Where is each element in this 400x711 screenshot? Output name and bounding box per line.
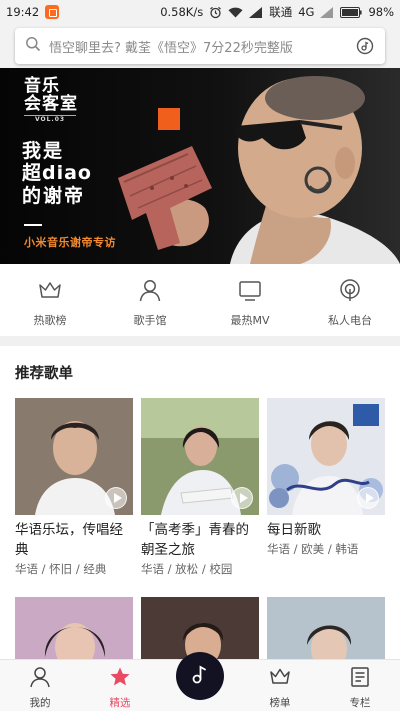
alarm-icon: [209, 6, 222, 19]
wifi-icon: [228, 7, 243, 18]
play-button[interactable]: [231, 487, 253, 509]
radio-icon: [337, 278, 363, 306]
search-bar-container: 悟空聊里去? 戴荃《悟空》7分22秒完整版: [0, 24, 400, 68]
tv-icon: [237, 278, 263, 306]
nav-label: 榜单: [269, 697, 291, 709]
column-icon: [349, 666, 371, 692]
notification-app-icon: [45, 5, 60, 19]
nav-charts[interactable]: 榜单: [240, 660, 320, 711]
playlist-tags: 华语 / 放松 / 校园: [141, 562, 233, 576]
signal-icon: [320, 6, 334, 18]
shortcut-row: 热歌榜 歌手馆 最热MV 私人电台: [0, 264, 400, 336]
star-icon: [109, 666, 131, 692]
network-type: 4G: [298, 5, 315, 19]
banner-headline-line1: 我是: [22, 140, 65, 162]
crown-icon: [269, 666, 291, 692]
app-screen: 19:42 0.58K/s 联通 4G 98% 悟空聊里去? 戴荃《悟空》7分2…: [0, 0, 400, 711]
playlist-title: 每日新歌: [267, 522, 321, 538]
banner-headline-line2: 超diao: [22, 162, 92, 185]
music-note-icon: [189, 663, 211, 689]
net-speed: 0.58K/s: [160, 5, 204, 19]
shortcut-label: 私人电台: [328, 314, 372, 327]
playlist-card[interactable]: 华语乐坛，传唱经典 华语 / 怀旧 / 经典: [15, 398, 133, 577]
shortcut-hot-mv[interactable]: 最热MV: [200, 264, 300, 336]
section-divider: [0, 336, 400, 346]
battery-level: 98%: [368, 5, 394, 19]
playlist-tags: 华语 / 欧美 / 韩语: [267, 542, 359, 556]
battery-icon: [340, 6, 363, 18]
banner-headline: 我是 超diao 的谢帝: [22, 140, 92, 207]
shortcut-hot-songs[interactable]: 热歌榜: [0, 264, 100, 336]
banner-logo-line1: 音乐: [24, 76, 60, 96]
playlist-cover: [15, 398, 133, 515]
shortcut-label: 热歌榜: [33, 314, 67, 327]
music-recognition-icon[interactable]: [355, 36, 375, 56]
nav-my[interactable]: 我的: [0, 660, 80, 711]
nav-label: 精选: [109, 697, 131, 709]
banner-subtitle: 小米音乐谢帝专访: [24, 236, 116, 249]
search-icon: [25, 36, 41, 56]
search-placeholder: 悟空聊里去? 戴荃《悟空》7分22秒完整版: [49, 40, 293, 56]
nav-column[interactable]: 专栏: [320, 660, 400, 711]
nav-label: 专栏: [349, 697, 371, 709]
banner-logo-line2: 会客室: [24, 94, 78, 114]
section-title: 推荐歌单: [15, 366, 73, 382]
promo-banner[interactable]: 音乐 会客室 VOL.03 我是 超diao 的谢帝 小米音乐谢帝专访: [0, 68, 400, 264]
banner-orange-block: [158, 108, 180, 130]
signal-icon: [249, 6, 263, 18]
play-button[interactable]: [357, 487, 379, 509]
now-playing-button[interactable]: [176, 652, 224, 700]
status-time: 19:42: [6, 5, 40, 19]
shortcut-private-radio[interactable]: 私人电台: [300, 264, 400, 336]
carrier-name: 联通: [269, 5, 293, 19]
nav-label: 我的: [29, 697, 51, 709]
playlist-card[interactable]: 「高考季」青春的朝圣之旅 华语 / 放松 / 校园: [141, 398, 259, 577]
playlist-tags: 华语 / 怀旧 / 经典: [15, 562, 107, 576]
shortcut-label: 最热MV: [230, 314, 270, 327]
playlist-cover: [267, 398, 385, 515]
playlist-card[interactable]: 每日新歌 华语 / 欧美 / 韩语: [267, 398, 385, 557]
shortcut-label: 歌手馆: [133, 314, 167, 327]
banner-logo-line3: VOL.03: [24, 115, 76, 123]
singer-icon: [137, 278, 163, 306]
user-icon: [29, 666, 51, 692]
banner-divider: [24, 224, 42, 226]
banner-logo: 音乐 会客室 VOL.03: [24, 78, 78, 123]
playlist-title: 华语乐坛，传唱经典: [15, 522, 123, 558]
banner-headline-line3: 的谢帝: [22, 184, 86, 207]
search-input[interactable]: 悟空聊里去? 戴荃《悟空》7分22秒完整版: [15, 28, 385, 64]
crown-icon: [37, 278, 63, 306]
play-button[interactable]: [105, 487, 127, 509]
playlist-title: 「高考季」青春的朝圣之旅: [141, 522, 249, 558]
shortcut-singers[interactable]: 歌手馆: [100, 264, 200, 336]
playlist-cover: [141, 398, 259, 515]
nav-featured[interactable]: 精选: [80, 660, 160, 711]
status-bar: 19:42 0.58K/s 联通 4G 98%: [0, 0, 400, 24]
